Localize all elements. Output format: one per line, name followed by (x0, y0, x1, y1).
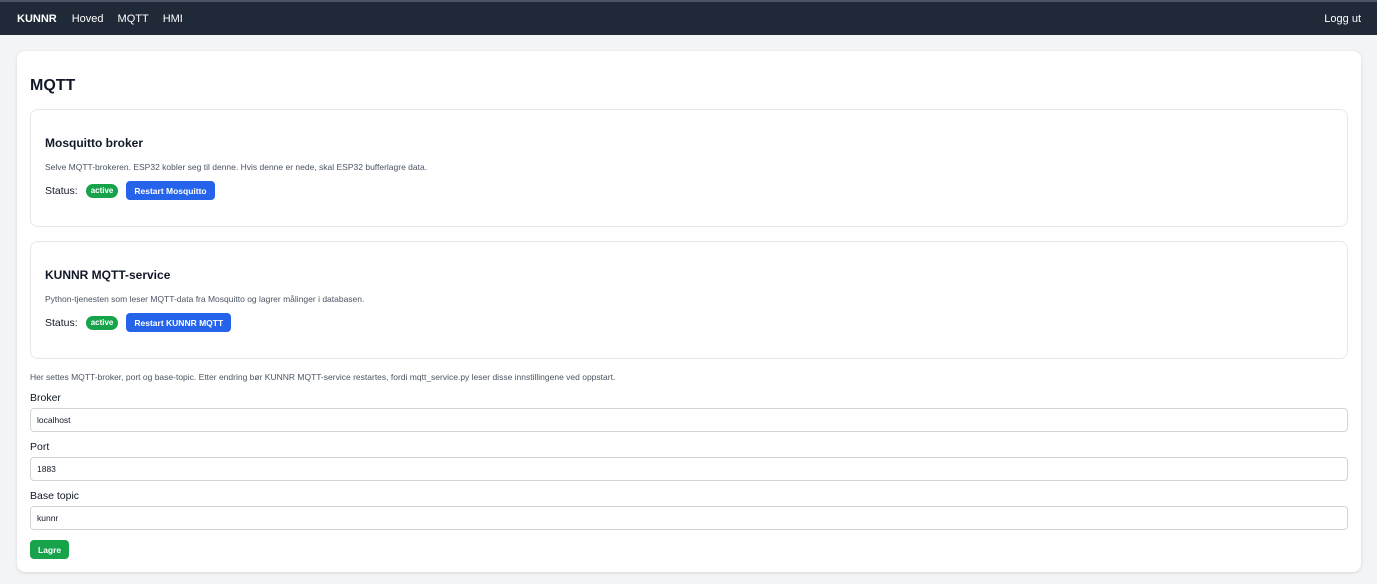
status-row: Status: active Restart Mosquitto (45, 181, 215, 200)
status-row: Status: active Restart KUNNR MQTT (45, 313, 232, 332)
settings-note: Her settes MQTT-broker, port og base-top… (30, 372, 616, 382)
status-label: Status: (45, 184, 78, 197)
brand-logo[interactable]: KUNNR (17, 13, 57, 25)
logout-link[interactable]: Logg ut (1324, 13, 1361, 25)
service-title: Mosquitto broker (45, 136, 143, 150)
broker-input[interactable] (30, 408, 1348, 432)
broker-label: Broker (30, 392, 61, 404)
service-description: Selve MQTT-brokeren. ESP32 kobler seg ti… (45, 162, 428, 172)
status-badge: active (85, 183, 119, 198)
nav-link-mqtt[interactable]: MQTT (118, 13, 149, 25)
kunnr-service-card: KUNNR MQTT-service Python-tjenesten som … (30, 241, 1348, 359)
nav-link-hmi[interactable]: HMI (163, 13, 183, 25)
mosquitto-service-card: Mosquitto broker Selve MQTT-brokeren. ES… (30, 109, 1348, 227)
nav-link-hoved[interactable]: Hoved (72, 13, 104, 25)
restart-mosquitto-button[interactable]: Restart Mosquitto (126, 181, 215, 200)
page-title: MQTT (30, 77, 76, 94)
status-badge: active (85, 315, 119, 330)
service-title: KUNNR MQTT-service (45, 268, 171, 282)
base-topic-label: Base topic (30, 490, 80, 502)
base-topic-input[interactable] (30, 506, 1348, 530)
save-button[interactable]: Lagre (30, 540, 70, 559)
main-card: MQTT Mosquitto broker Selve MQTT-brokere… (17, 51, 1361, 572)
restart-kunnr-mqtt-button[interactable]: Restart KUNNR MQTT (126, 313, 232, 332)
status-label: Status: (45, 316, 78, 329)
top-navbar: KUNNR Hoved MQTT HMI Logg ut (0, 0, 1377, 35)
port-label: Port (30, 441, 50, 453)
port-input[interactable] (30, 457, 1348, 481)
nav-left: KUNNR Hoved MQTT HMI (17, 13, 197, 25)
service-description: Python-tjenesten som leser MQTT-data fra… (45, 294, 365, 304)
